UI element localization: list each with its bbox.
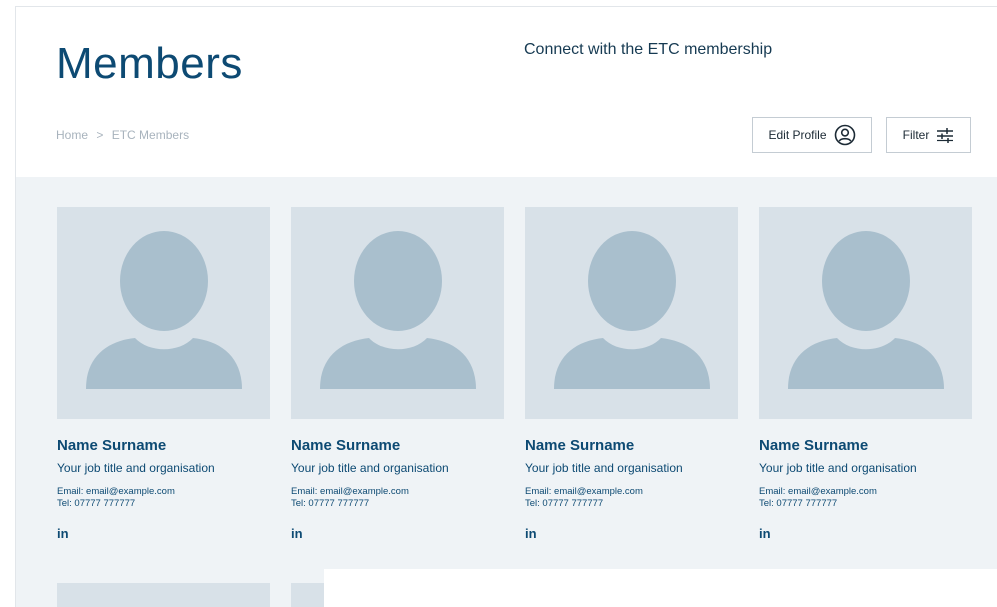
breadcrumb: Home > ETC Members <box>56 128 189 142</box>
breadcrumb-separator: > <box>96 128 104 142</box>
linkedin-icon[interactable]: in <box>759 526 771 541</box>
member-name[interactable]: Name Surname <box>291 437 504 454</box>
page-title: Members <box>56 39 243 88</box>
breadcrumb-current: ETC Members <box>111 128 190 142</box>
edit-profile-button[interactable]: Edit Profile <box>752 117 872 153</box>
breadcrumb-home-link[interactable]: Home <box>56 128 88 142</box>
page-frame: Members Connect with the ETC membership … <box>15 6 997 607</box>
member-tel: Tel: 07777 777777 <box>759 498 838 509</box>
member-name[interactable]: Name Surname <box>57 437 270 454</box>
member-card[interactable]: Name Surname Your job title and organisa… <box>525 207 738 543</box>
user-circle-icon <box>834 124 856 146</box>
linkedin-icon[interactable]: in <box>57 526 69 541</box>
avatar-placeholder-icon <box>291 207 504 419</box>
filter-label: Filter <box>902 128 930 142</box>
member-card[interactable]: Name Surname Your job title and organisa… <box>291 207 504 543</box>
avatar-placeholder-icon <box>759 207 972 419</box>
member-job: Your job title and organisation <box>525 461 683 475</box>
member-name[interactable]: Name Surname <box>525 437 738 454</box>
member-card[interactable]: Name Surname Your job title and organisa… <box>57 207 270 543</box>
member-card[interactable]: Name Surname Your job title and organisa… <box>759 207 972 543</box>
member-job: Your job title and organisation <box>759 461 917 475</box>
member-job: Your job title and organisation <box>57 461 215 475</box>
member-email[interactable]: Email: email@example.com <box>759 486 972 498</box>
avatar-placeholder-icon <box>525 207 738 419</box>
sliders-icon <box>936 127 954 143</box>
member-email[interactable]: Email: email@example.com <box>525 486 738 498</box>
member-email[interactable]: Email: email@example.com <box>57 486 270 498</box>
page-tagline: Connect with the ETC membership <box>524 41 773 58</box>
edit-profile-label: Edit Profile <box>768 128 827 142</box>
member-job: Your job title and organisation <box>291 461 449 475</box>
overlay-panel <box>324 569 997 607</box>
members-grid: Name Surname Your job title and organisa… <box>16 177 997 607</box>
member-tel: Tel: 07777 777777 <box>57 498 136 509</box>
member-card-partial <box>57 583 270 607</box>
filter-button[interactable]: Filter <box>886 117 971 153</box>
linkedin-icon[interactable]: in <box>525 526 537 541</box>
member-tel: Tel: 07777 777777 <box>291 498 370 509</box>
linkedin-icon[interactable]: in <box>291 526 303 541</box>
member-tel: Tel: 07777 777777 <box>525 498 604 509</box>
member-email[interactable]: Email: email@example.com <box>291 486 504 498</box>
member-name[interactable]: Name Surname <box>759 437 972 454</box>
avatar-placeholder-icon <box>57 207 270 419</box>
